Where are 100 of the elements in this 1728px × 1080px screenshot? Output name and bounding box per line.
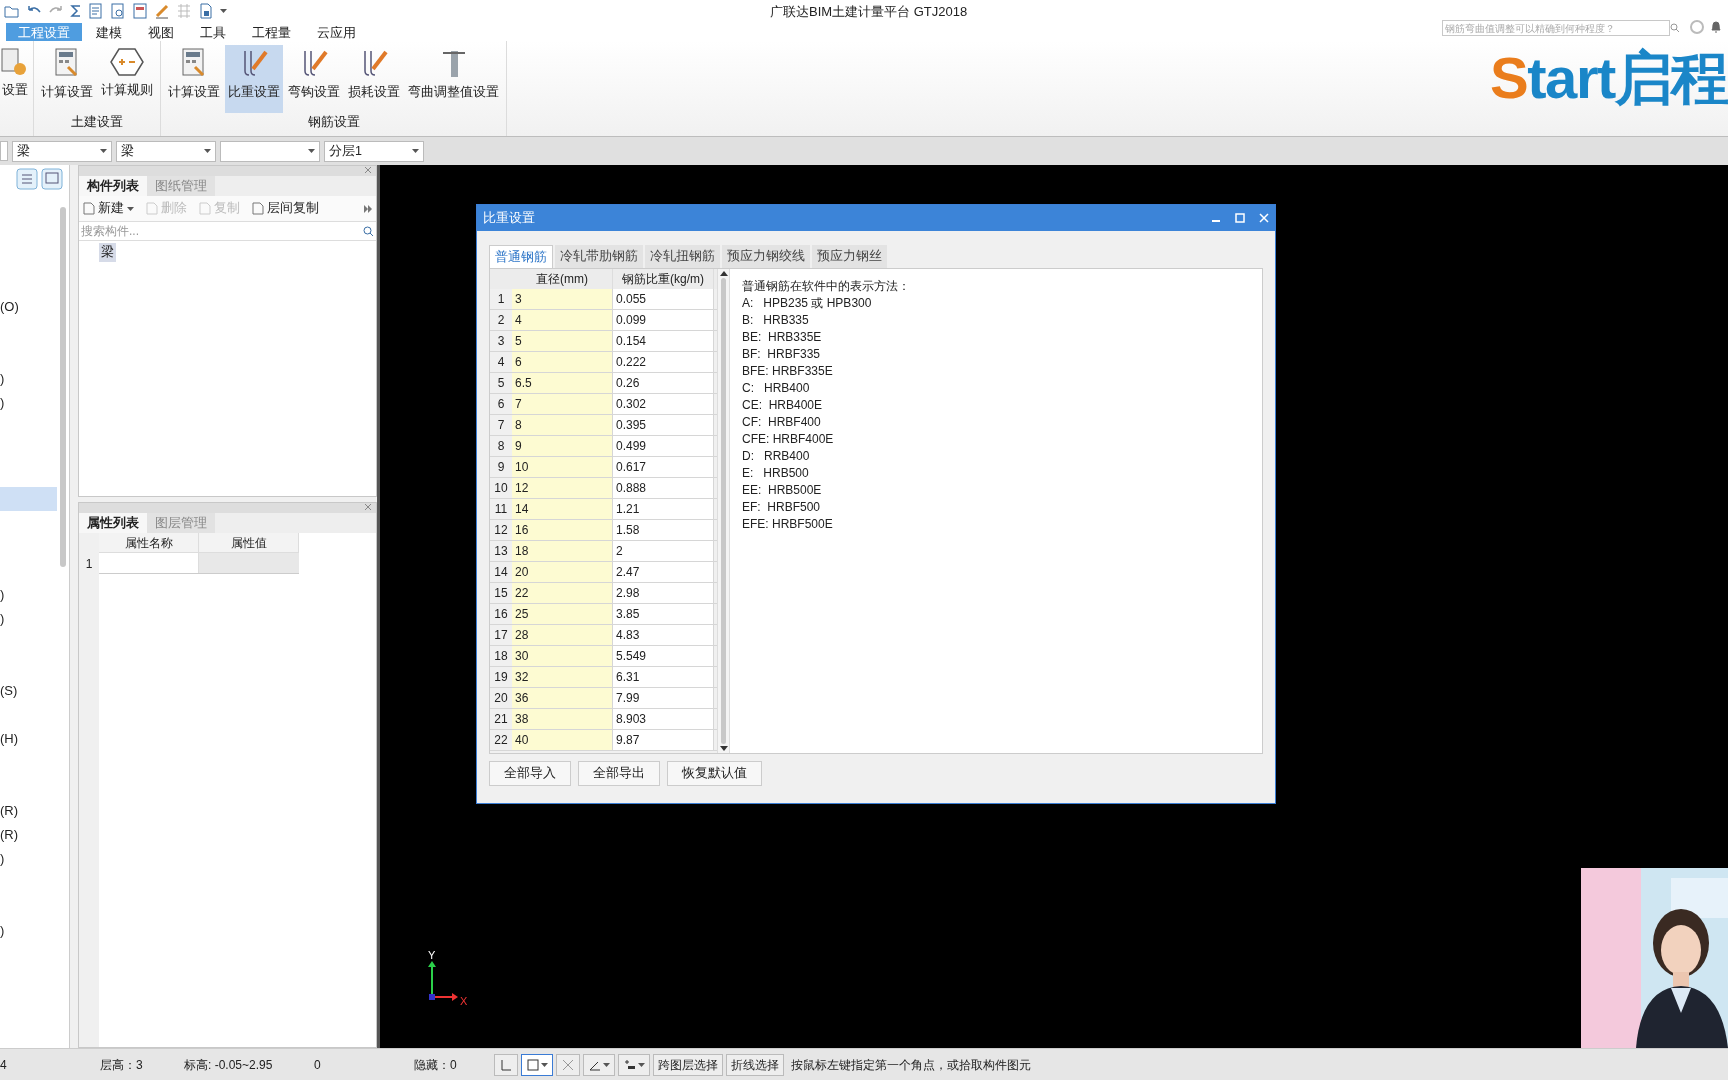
dialog-tab[interactable]: 预应力钢丝 bbox=[812, 245, 887, 268]
table-cell[interactable]: 0.099 bbox=[613, 310, 714, 330]
ribbon-button[interactable]: 计算设置 bbox=[38, 45, 96, 113]
scrollbar-thumb[interactable] bbox=[721, 278, 726, 744]
table-cell[interactable]: 1.21 bbox=[613, 499, 714, 519]
table-cell[interactable]: 18 bbox=[512, 541, 613, 561]
table-cell[interactable]: 4.83 bbox=[613, 625, 714, 645]
table-cell[interactable]: 28 bbox=[512, 625, 613, 645]
ribbon-button[interactable]: 计算规则 bbox=[98, 45, 156, 113]
dialog-tab[interactable]: 冷轧带肋钢筋 bbox=[555, 245, 643, 268]
table-cell[interactable]: 0.26 bbox=[613, 373, 714, 393]
sum-icon[interactable] bbox=[70, 4, 82, 18]
table-cell[interactable]: 0.617 bbox=[613, 457, 714, 477]
close-icon[interactable] bbox=[364, 503, 372, 511]
table-cell[interactable]: 9 bbox=[512, 436, 613, 456]
more-icon[interactable] bbox=[364, 204, 372, 213]
table-cell[interactable]: 1.58 bbox=[613, 520, 714, 540]
cross-button[interactable] bbox=[556, 1053, 580, 1076]
table-cell[interactable]: 38 bbox=[512, 709, 613, 729]
pencil-icon[interactable] bbox=[154, 3, 170, 19]
ribbon-button[interactable]: 设置 bbox=[0, 45, 30, 113]
table-cell[interactable]: 6.5 bbox=[512, 373, 613, 393]
table-cell[interactable]: 0.888 bbox=[613, 478, 714, 498]
table-cell[interactable]: 8 bbox=[512, 415, 613, 435]
scrollbar-thumb[interactable] bbox=[60, 207, 66, 567]
list-view-icon[interactable] bbox=[16, 168, 38, 190]
ribbon-button[interactable]: 计算设置 bbox=[165, 45, 223, 113]
table-cell[interactable]: 16 bbox=[512, 520, 613, 540]
dialog-tab[interactable]: 冷轧扭钢筋 bbox=[645, 245, 720, 268]
menu-tab[interactable]: 工程量 bbox=[240, 23, 303, 41]
grid-icon[interactable] bbox=[176, 3, 192, 19]
document-icon[interactable] bbox=[198, 3, 214, 19]
bell-icon[interactable] bbox=[1710, 20, 1722, 34]
status-button[interactable]: 跨图层选择 bbox=[653, 1053, 723, 1076]
combo-box[interactable]: 梁 bbox=[116, 140, 216, 162]
user-icon[interactable] bbox=[1690, 20, 1704, 34]
menu-tab[interactable]: 工具 bbox=[188, 23, 238, 41]
menu-tab[interactable]: 云应用 bbox=[305, 23, 368, 41]
dialog-button[interactable]: 全部导入 bbox=[489, 761, 571, 786]
dialog-tab[interactable]: 普通钢筋 bbox=[489, 245, 553, 268]
table-cell[interactable]: 3.85 bbox=[613, 604, 714, 624]
table-cell[interactable]: 32 bbox=[512, 667, 613, 687]
tree-row[interactable]: (H) bbox=[0, 727, 57, 751]
table-cell[interactable]: 20 bbox=[512, 562, 613, 582]
drawing-canvas[interactable] bbox=[380, 165, 1728, 1048]
toolbar-button[interactable]: 新建 bbox=[83, 199, 134, 218]
search-icon[interactable] bbox=[363, 225, 374, 237]
table-cell[interactable]: 10 bbox=[512, 457, 613, 477]
toolbar-button[interactable]: 层间复制 bbox=[252, 199, 319, 218]
tree-row[interactable]: ) bbox=[0, 847, 57, 871]
status-button[interactable]: 折线选择 bbox=[726, 1053, 784, 1076]
scroll-down-icon[interactable] bbox=[719, 746, 728, 751]
scroll-up-icon[interactable] bbox=[719, 271, 728, 276]
table-cell[interactable]: 0.302 bbox=[613, 394, 714, 414]
table-cell[interactable]: 9.87 bbox=[613, 730, 714, 750]
table-cell[interactable]: 12 bbox=[512, 478, 613, 498]
table-cell[interactable]: 0.154 bbox=[613, 331, 714, 351]
dialog-button[interactable]: 全部导出 bbox=[578, 761, 660, 786]
table-cell[interactable]: 2.98 bbox=[613, 583, 714, 603]
combo-box[interactable]: 梁 bbox=[12, 140, 112, 162]
panel-tab[interactable]: 属性列表 bbox=[79, 513, 147, 533]
menu-tab[interactable]: 视图 bbox=[136, 23, 186, 41]
table-cell[interactable]: 14 bbox=[512, 499, 613, 519]
table-cell[interactable]: 0.395 bbox=[613, 415, 714, 435]
ribbon-button[interactable]: 弯曲调整值设置 bbox=[405, 45, 502, 113]
close-icon[interactable] bbox=[364, 166, 372, 174]
ortho-button[interactable] bbox=[494, 1053, 518, 1076]
search-icon[interactable] bbox=[1670, 23, 1680, 33]
table-cell[interactable]: 40 bbox=[512, 730, 613, 750]
menu-tab[interactable]: 建模 bbox=[84, 23, 134, 41]
table-cell[interactable]: 5.549 bbox=[613, 646, 714, 666]
angle-button[interactable] bbox=[583, 1053, 615, 1076]
table-cell[interactable]: 7.99 bbox=[613, 688, 714, 708]
combo-box[interactable] bbox=[0, 141, 8, 161]
tree-row[interactable]: ) bbox=[0, 367, 57, 391]
table-cell[interactable]: 6 bbox=[512, 352, 613, 372]
report-icon[interactable] bbox=[88, 3, 104, 19]
table-cell[interactable]: 0.055 bbox=[613, 289, 714, 309]
table-cell[interactable] bbox=[199, 553, 299, 573]
table-cell[interactable]: 0.222 bbox=[613, 352, 714, 372]
select-box-button[interactable] bbox=[521, 1053, 553, 1076]
table-cell[interactable]: 22 bbox=[512, 583, 613, 603]
table-cell[interactable]: 5 bbox=[512, 331, 613, 351]
tree-row[interactable]: ) bbox=[0, 583, 57, 607]
tree-row[interactable]: ) bbox=[0, 391, 57, 415]
tree-row[interactable]: (O) bbox=[0, 295, 57, 319]
component-item[interactable]: 梁 bbox=[99, 243, 116, 262]
panel-tab[interactable]: 构件列表 bbox=[79, 176, 147, 196]
panel-view-icon[interactable] bbox=[41, 168, 63, 190]
help-search-field[interactable]: 钢筋弯曲值调整可以精确到何种程度？ bbox=[1442, 20, 1670, 36]
table-cell[interactable]: 25 bbox=[512, 604, 613, 624]
tree-row[interactable]: (R) bbox=[0, 799, 57, 823]
table-cell[interactable]: 4 bbox=[512, 310, 613, 330]
snap-button[interactable] bbox=[618, 1053, 650, 1076]
table-cell[interactable]: 2.47 bbox=[613, 562, 714, 582]
combo-box[interactable] bbox=[220, 140, 320, 162]
tree-row[interactable]: (R) bbox=[0, 823, 57, 847]
table-cell[interactable]: 30 bbox=[512, 646, 613, 666]
tree-row[interactable]: (S) bbox=[0, 679, 57, 703]
ribbon-button[interactable]: 比重设置 bbox=[225, 45, 283, 113]
